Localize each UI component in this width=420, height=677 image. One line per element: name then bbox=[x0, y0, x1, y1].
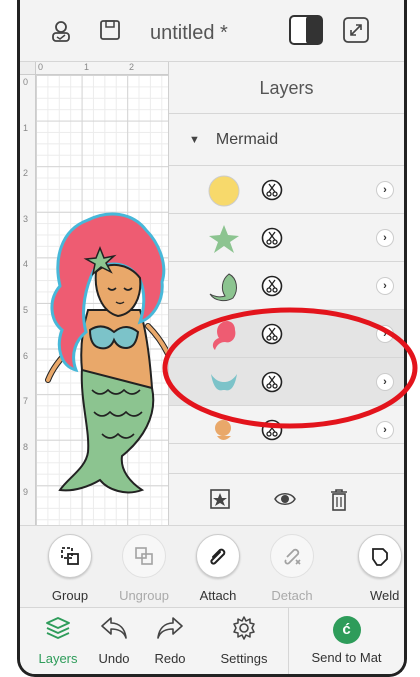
eye-icon[interactable] bbox=[273, 490, 297, 513]
edit-toolbar: Group Ungroup Attach Detach Weld bbox=[20, 525, 404, 607]
nav-redo[interactable]: Redo bbox=[140, 614, 200, 666]
layer-row[interactable]: › bbox=[169, 214, 404, 262]
undo-icon bbox=[101, 617, 127, 639]
layer-row-selected[interactable]: › bbox=[169, 358, 404, 406]
scissors-cut-icon[interactable] bbox=[261, 419, 283, 441]
group-label: Group bbox=[51, 588, 89, 603]
send-to-mat-button[interactable]: ć Send to Mat bbox=[288, 608, 404, 674]
project-title: untitled * bbox=[150, 22, 228, 44]
chevron-right-icon[interactable]: › bbox=[376, 421, 394, 439]
ruler-left-tick: 0 bbox=[23, 77, 29, 87]
nav-layers[interactable]: Layers bbox=[28, 614, 88, 666]
ruler-left-tick: 8 bbox=[23, 442, 29, 452]
slice-icon[interactable] bbox=[209, 488, 231, 515]
group-icon bbox=[48, 534, 92, 578]
save-icon[interactable] bbox=[98, 18, 122, 47]
nav-undo[interactable]: Undo bbox=[84, 614, 144, 666]
layer-thumbnail-face-body-icon bbox=[215, 420, 231, 440]
user-icon[interactable] bbox=[48, 18, 74, 49]
detach-label: Detach bbox=[271, 588, 313, 603]
gear-icon bbox=[233, 616, 255, 640]
trash-icon[interactable] bbox=[329, 488, 349, 517]
scissors-cut-icon[interactable] bbox=[261, 179, 283, 201]
attach-label: Attach bbox=[199, 588, 237, 603]
ruler-top-tick: 2 bbox=[129, 62, 135, 72]
layer-thumbnail-starfish-icon bbox=[209, 225, 239, 253]
send-to-mat-label: Send to Mat bbox=[311, 650, 382, 665]
scissors-cut-icon[interactable] bbox=[261, 371, 283, 393]
ruler-top-tick: 0 bbox=[38, 62, 44, 72]
chevron-right-icon[interactable]: › bbox=[376, 181, 394, 199]
nav-settings[interactable]: Settings bbox=[212, 614, 276, 666]
layer-group-mermaid[interactable]: ▼ Mermaid bbox=[169, 114, 404, 166]
ruler-left-tick: 1 bbox=[23, 123, 29, 133]
weld-button[interactable]: Weld bbox=[330, 534, 404, 603]
attach-button[interactable]: Attach bbox=[178, 534, 258, 603]
weld-label: Weld bbox=[370, 588, 400, 603]
nav-layers-label: Layers bbox=[38, 651, 78, 666]
ruler-left-tick: 6 bbox=[23, 351, 29, 361]
layers-panel: Layers ▼ Mermaid › › › › › › bbox=[168, 62, 404, 525]
weld-icon bbox=[358, 534, 402, 578]
redo-icon bbox=[157, 617, 183, 639]
layer-row[interactable]: › bbox=[169, 406, 404, 444]
ruler-corner bbox=[20, 62, 36, 75]
layer-row[interactable]: › bbox=[169, 262, 404, 310]
layer-thumbnail-bikini-top-icon bbox=[211, 374, 237, 391]
layer-row[interactable]: › bbox=[169, 166, 404, 214]
layer-row-selected[interactable]: › bbox=[169, 310, 404, 358]
top-bar: untitled * bbox=[20, 0, 404, 62]
detach-icon bbox=[270, 534, 314, 578]
bottom-nav: Layers Undo Redo Settings ć Send to Mat bbox=[20, 607, 404, 674]
paperclip-icon bbox=[196, 534, 240, 578]
app-frame: untitled * 0 1 2 0 1 2 3 4 5 6 7 8 9 Lay… bbox=[17, 0, 407, 677]
group-button[interactable]: Group bbox=[30, 534, 110, 603]
ruler-top: 0 1 2 bbox=[36, 62, 168, 75]
layers-panel-title: Layers bbox=[169, 62, 404, 114]
ungroup-label: Ungroup bbox=[119, 588, 169, 603]
scissors-cut-icon[interactable] bbox=[261, 227, 283, 249]
layers-tools bbox=[169, 473, 404, 525]
scissors-cut-icon[interactable] bbox=[261, 275, 283, 297]
ungroup-icon bbox=[122, 534, 166, 578]
ruler-left-tick: 3 bbox=[23, 214, 29, 224]
layer-thumbnail-tail-icon bbox=[209, 273, 237, 302]
chevron-right-icon[interactable]: › bbox=[376, 277, 394, 295]
ruler-left-tick: 5 bbox=[23, 305, 29, 315]
expand-icon[interactable] bbox=[342, 16, 370, 49]
detach-button[interactable]: Detach bbox=[252, 534, 332, 603]
nav-undo-label: Undo bbox=[98, 651, 130, 666]
scissors-cut-icon[interactable] bbox=[261, 323, 283, 345]
chevron-right-icon[interactable]: › bbox=[376, 325, 394, 343]
ruler-left-tick: 2 bbox=[23, 168, 29, 178]
layer-thumbnail-hair-icon bbox=[212, 321, 236, 350]
ruler-top-tick: 1 bbox=[84, 62, 90, 72]
ruler-left-tick: 9 bbox=[23, 487, 29, 497]
nav-settings-label: Settings bbox=[220, 651, 268, 666]
ruler-left-tick: 7 bbox=[23, 396, 29, 406]
chevron-right-icon[interactable]: › bbox=[376, 229, 394, 247]
chevron-right-icon[interactable]: › bbox=[376, 373, 394, 391]
collapse-triangle-icon[interactable]: ▼ bbox=[189, 134, 200, 146]
mermaid-illustration[interactable] bbox=[30, 190, 168, 500]
layer-group-label: Mermaid bbox=[215, 130, 279, 148]
layers-icon bbox=[46, 617, 70, 639]
ruler-left-tick: 4 bbox=[23, 259, 29, 269]
send-to-mat-icon: ć bbox=[332, 616, 361, 644]
design-canvas[interactable]: 0 1 2 0 1 2 3 4 5 6 7 8 9 bbox=[20, 62, 168, 525]
panel-toggle-icon[interactable] bbox=[288, 14, 324, 51]
ungroup-button[interactable]: Ungroup bbox=[104, 534, 184, 603]
nav-redo-label: Redo bbox=[154, 651, 186, 666]
layer-thumbnail-circle-icon bbox=[208, 175, 240, 207]
